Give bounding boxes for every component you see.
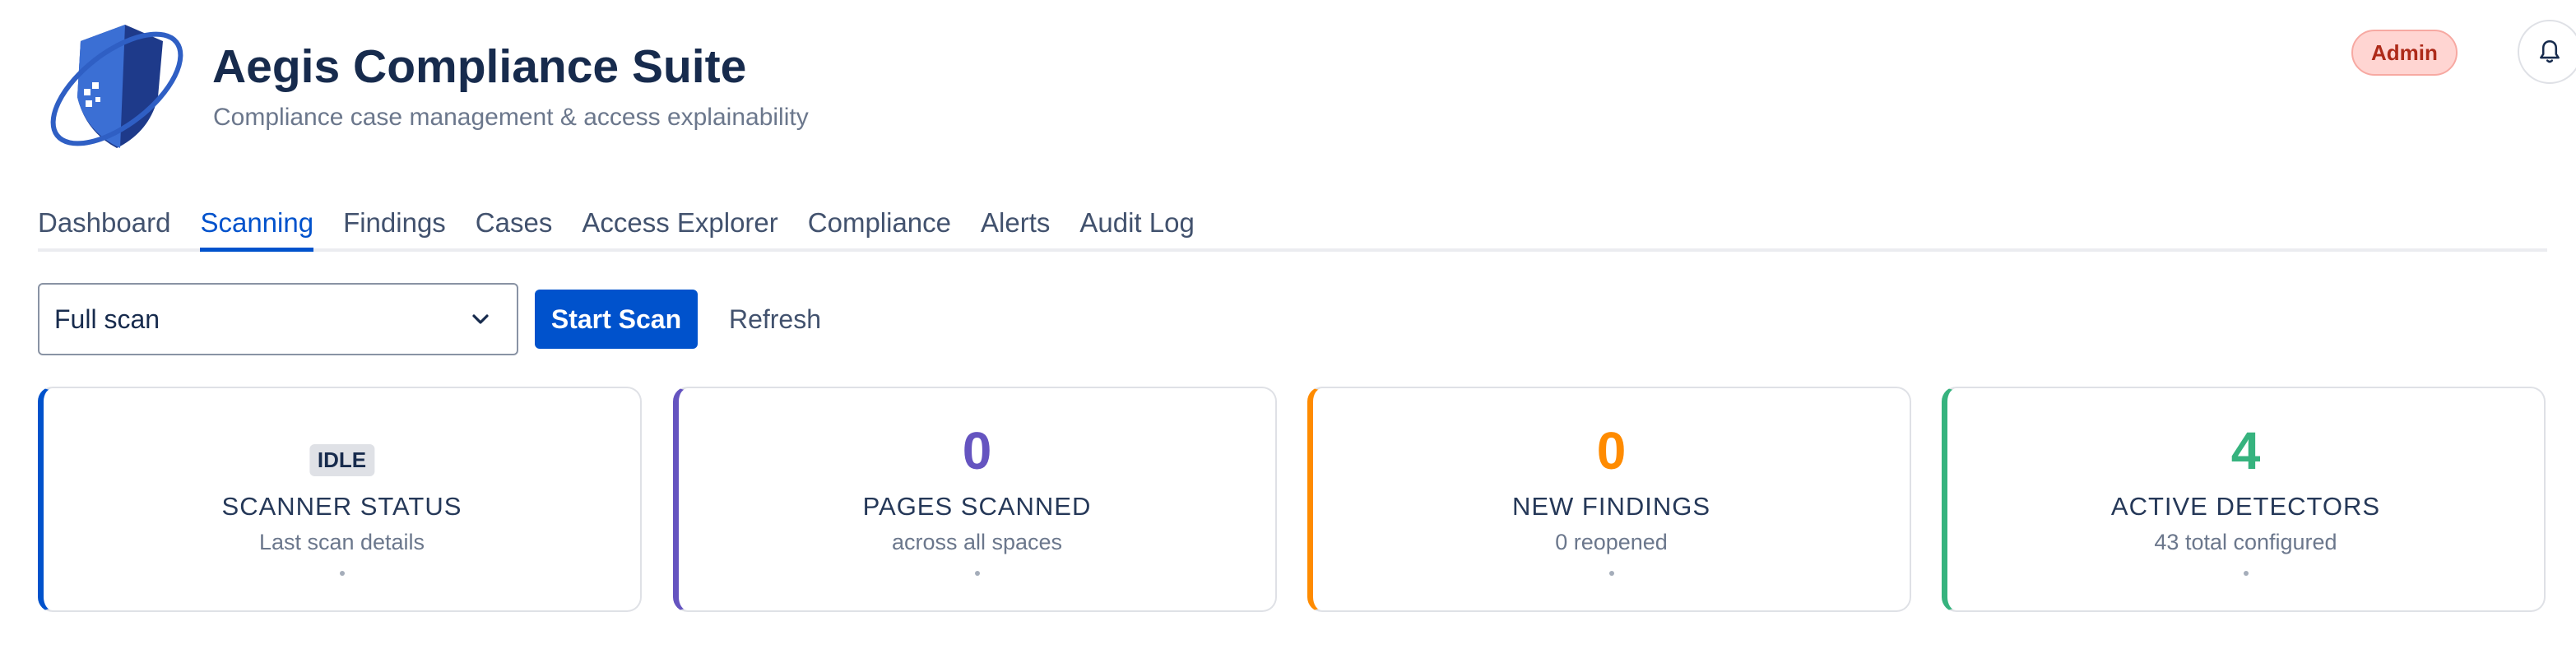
tab-alerts[interactable]: Alerts [981, 197, 1050, 248]
tab-findings[interactable]: Findings [343, 197, 446, 248]
card-dot [1608, 571, 1614, 576]
bell-icon [2540, 39, 2560, 63]
scan-stats-cards: IDLE SCANNER STATUS Last scan details 0 … [38, 387, 2547, 612]
card-dot [339, 571, 345, 576]
tab-cases[interactable]: Cases [476, 197, 553, 248]
scan-toolbar: Full scan Start Scan Refresh [38, 283, 1025, 357]
card-subtext: across all spaces [891, 530, 1063, 554]
active-detectors-card: 4 ACTIVE DETECTORS 43 total configured [1942, 387, 2546, 612]
status-badge: IDLE [309, 444, 375, 476]
main-tabs: Dashboard Scanning Findings Cases Access… [38, 197, 2547, 252]
refresh-button[interactable]: Refresh [717, 290, 833, 349]
start-scan-button[interactable]: Start Scan [535, 290, 698, 349]
card-label: ACTIVE DETECTORS [2110, 492, 2381, 521]
card-value: 0 [1596, 421, 1627, 480]
tab-compliance[interactable]: Compliance [808, 197, 951, 248]
card-label: PAGES SCANNED [862, 492, 1092, 521]
card-dot [974, 571, 980, 576]
tab-access-explorer[interactable]: Access Explorer [582, 197, 777, 248]
chevron-down-icon [472, 314, 489, 324]
card-label: NEW FINDINGS [1511, 492, 1711, 521]
app-title: Aegis Compliance Suite [212, 40, 747, 93]
scanner-status-card: IDLE SCANNER STATUS Last scan details [38, 387, 642, 612]
pages-scanned-card: 0 PAGES SCANNED across all spaces [673, 387, 1277, 612]
card-subtext: 43 total configured [2154, 530, 2337, 554]
card-label: SCANNER STATUS [221, 492, 462, 521]
card-dot [2243, 571, 2249, 576]
card-subtext: Last scan details [258, 530, 425, 554]
notifications-button[interactable] [2518, 20, 2576, 84]
scan-type-select[interactable]: Full scan [38, 283, 518, 355]
tab-dashboard[interactable]: Dashboard [38, 197, 170, 248]
app-header: Aegis Compliance Suite Compliance case m… [38, 18, 2576, 158]
app-subtitle: Compliance case management & access expl… [213, 104, 809, 131]
card-value: 4 [2230, 421, 2261, 480]
role-badge: Admin [2351, 30, 2458, 76]
shield-logo-icon [50, 25, 183, 148]
tab-scanning[interactable]: Scanning [200, 197, 313, 252]
tab-audit-log[interactable]: Audit Log [1079, 197, 1194, 248]
card-value: 0 [962, 421, 992, 480]
new-findings-card: 0 NEW FINDINGS 0 reopened [1307, 387, 1911, 612]
scan-type-value: Full scan [54, 304, 160, 334]
card-subtext: 0 reopened [1555, 530, 1668, 554]
